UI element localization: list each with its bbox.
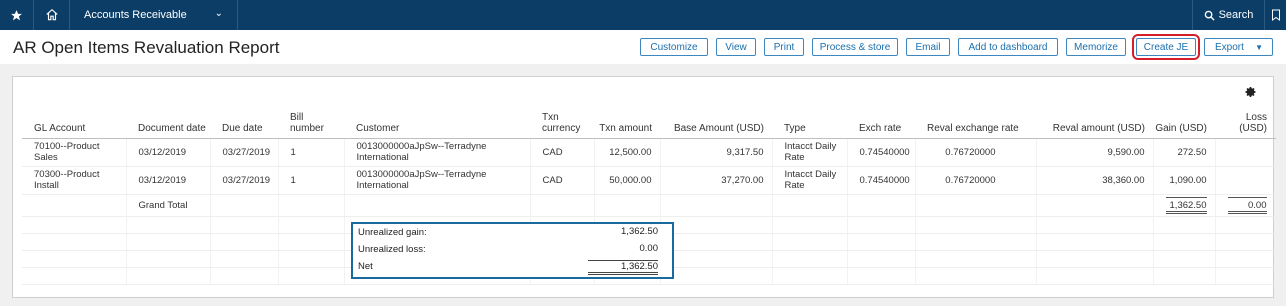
unrealized-summary-box: Unrealized gain: 1,362.50 Unrealized los… — [351, 222, 674, 279]
export-button[interactable]: Export ▼ — [1204, 38, 1273, 56]
col-document-date[interactable]: Document date — [126, 106, 210, 139]
txn-amount-cell: 50,000.00 — [594, 166, 661, 195]
loss-cell — [1215, 166, 1276, 195]
col-base-amount[interactable]: Base Amount (USD) — [660, 106, 772, 139]
grand-total-loss-value: 0.00 — [1227, 196, 1267, 214]
page-title: AR Open Items Revaluation Report — [13, 38, 280, 57]
top-nav-bar: Accounts Receivable ⌄ Search — [0, 0, 1286, 30]
print-button[interactable]: Print — [764, 38, 804, 56]
net-row: Net 1,362.50 — [353, 258, 672, 275]
col-reval-amount[interactable]: Reval amount (USD) — [1036, 106, 1153, 139]
unrealized-loss-value: 0.00 — [639, 243, 659, 254]
col-loss[interactable]: Loss (USD) — [1215, 106, 1275, 139]
bill-number-cell[interactable]: 1 — [278, 138, 345, 167]
col-txn-currency[interactable]: Txn currency — [530, 106, 594, 139]
create-je-button[interactable]: Create JE — [1132, 34, 1200, 60]
bill-number-cell[interactable]: 1 — [278, 166, 345, 195]
customer-cell[interactable]: 0013000000aJpSw--Terradyne International — [344, 138, 531, 167]
due-date-cell: 03/27/2019 — [210, 138, 279, 167]
home-button[interactable] — [34, 0, 70, 30]
gain-cell: 1,090.00 — [1153, 166, 1216, 195]
search-button[interactable]: Search — [1192, 0, 1264, 30]
col-gl-account[interactable]: GL Account — [22, 106, 126, 139]
col-exch-rate[interactable]: Exch rate — [847, 106, 915, 139]
txn-currency-cell: CAD — [530, 166, 595, 195]
unrealized-gain-row: Unrealized gain: 1,362.50 — [353, 224, 672, 241]
page-header: AR Open Items Revaluation Report Customi… — [0, 30, 1286, 64]
net-value: 1,362.50 — [588, 260, 658, 275]
add-to-dashboard-button[interactable]: Add to dashboard — [958, 38, 1058, 56]
grand-total-gain: 1,362.50 — [1153, 194, 1216, 217]
loss-cell — [1215, 138, 1276, 167]
type-cell: Intacct Daily Rate — [772, 138, 848, 167]
col-customer[interactable]: Customer — [344, 106, 530, 139]
unrealized-loss-label: Unrealized loss: — [358, 244, 426, 255]
txn-currency-cell: CAD — [530, 138, 595, 167]
caret-down-icon: ▼ — [1255, 43, 1263, 52]
exch-rate-cell: 0.74540000 — [847, 138, 916, 167]
grand-total-label: Grand Total — [126, 194, 211, 217]
col-bill-number[interactable]: Bill number — [278, 106, 344, 139]
col-due-date[interactable]: Due date — [210, 106, 278, 139]
col-reval-exchange-rate[interactable]: Reval exchange rate — [915, 106, 1036, 139]
customer-cell[interactable]: 0013000000aJpSw--Terradyne International — [344, 166, 531, 195]
gear-icon[interactable] — [1245, 86, 1257, 98]
due-date-cell: 03/27/2019 — [210, 166, 279, 195]
export-label: Export — [1215, 41, 1244, 53]
base-amount-cell: 37,270.00 — [660, 166, 773, 195]
unrealized-gain-label: Unrealized gain: — [358, 227, 427, 238]
star-icon — [11, 9, 22, 20]
unrealized-loss-row: Unrealized loss: 0.00 — [353, 241, 672, 258]
chevron-down-icon: ⌄ — [214, 8, 223, 19]
type-cell: Intacct Daily Rate — [772, 166, 848, 195]
bookmark-button[interactable] — [1264, 0, 1286, 30]
col-txn-amount[interactable]: Txn amount — [594, 106, 660, 139]
table-row: 70100--Product Sales 03/12/2019 03/27/20… — [22, 138, 1276, 167]
process-store-button[interactable]: Process & store — [812, 38, 898, 56]
bookmark-icon — [1271, 9, 1280, 21]
net-label: Net — [358, 261, 373, 272]
txn-amount-cell: 12,500.00 — [594, 138, 661, 167]
table-header-row: GL Account Document date Due date Bill n… — [22, 106, 1275, 139]
search-label: Search — [1218, 9, 1254, 21]
customize-button[interactable]: Customize — [640, 38, 708, 56]
gl-account-cell[interactable]: 70100--Product Sales — [22, 138, 127, 167]
memorize-button[interactable]: Memorize — [1066, 38, 1126, 56]
grand-total-loss: 0.00 — [1215, 194, 1276, 217]
document-date-cell: 03/12/2019 — [126, 138, 211, 167]
exch-rate-cell: 0.74540000 — [847, 166, 916, 195]
search-icon — [1204, 10, 1215, 21]
reval-exchange-rate-cell: 0.76720000 — [915, 138, 1037, 167]
reval-exchange-rate-cell: 0.76720000 — [915, 166, 1037, 195]
grand-total-gain-value: 1,362.50 — [1165, 196, 1207, 214]
col-gain[interactable]: Gain (USD) — [1153, 106, 1215, 139]
view-button[interactable]: View — [716, 38, 756, 56]
favorites-button[interactable] — [0, 0, 34, 30]
document-date-cell: 03/12/2019 — [126, 166, 211, 195]
reval-amount-cell: 38,360.00 — [1036, 166, 1154, 195]
reval-amount-cell: 9,590.00 — [1036, 138, 1154, 167]
grand-total-row: Grand Total 1,362.50 0.00 — [22, 194, 1276, 217]
app-menu[interactable]: Accounts Receivable ⌄ — [70, 0, 238, 30]
gain-cell: 272.50 — [1153, 138, 1216, 167]
unrealized-gain-value: 1,362.50 — [621, 226, 658, 237]
base-amount-cell: 9,317.50 — [660, 138, 773, 167]
col-type[interactable]: Type — [772, 106, 847, 139]
table-row: 70300--Product Install 03/12/2019 03/27/… — [22, 166, 1276, 195]
home-icon — [45, 8, 58, 21]
gl-account-cell[interactable]: 70300--Product Install — [22, 166, 127, 195]
app-name: Accounts Receivable — [84, 9, 187, 21]
email-button[interactable]: Email — [906, 38, 950, 56]
